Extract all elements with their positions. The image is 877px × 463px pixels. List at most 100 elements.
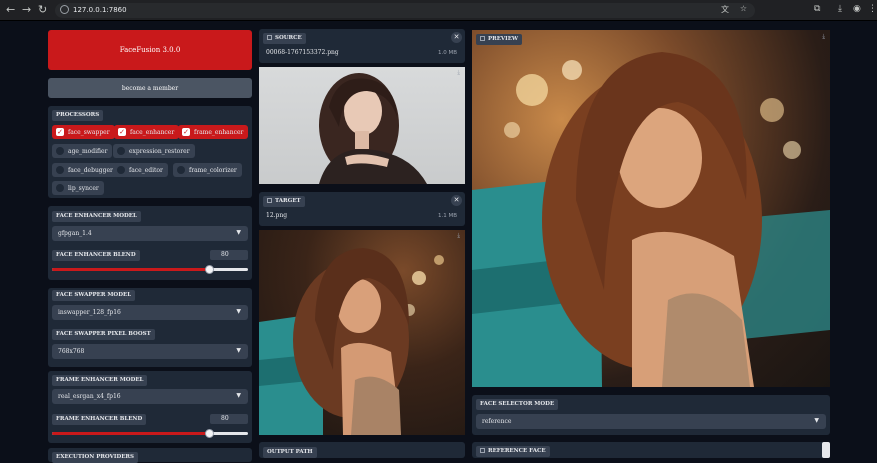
slider-handle[interactable] [204, 429, 214, 438]
dropdown-arrow-icon: ▼ [236, 392, 241, 399]
close-icon[interactable]: ✕ [451, 32, 462, 43]
processor-age-modifier[interactable]: age_modifier [52, 144, 113, 158]
source-filename: 00068-1767153372.png [266, 49, 339, 56]
processor-frame-colorizer[interactable]: frame_colorizer [173, 163, 242, 177]
checkbox-icon [56, 184, 64, 192]
checkbox-icon [56, 166, 64, 174]
target-file-row[interactable]: 12.png 1.1 MB [261, 210, 463, 222]
scrollbar[interactable] [822, 442, 830, 458]
processor-label: frame_enhancer [194, 128, 244, 136]
processor-label: expression_restorer [129, 147, 190, 155]
face-swapper-model-select[interactable]: inswapper_128_fp16 ▼ [52, 305, 248, 320]
app-page: FaceFusion 3.0.0 become a member PROCESS… [0, 22, 877, 463]
processor-label: face_enhancer [130, 128, 175, 136]
processor-label: lip_syncer [68, 184, 99, 192]
dropdown-arrow-icon: ▼ [236, 308, 241, 315]
select-value: reference [482, 418, 512, 425]
face-enhancer-blend-input[interactable]: 80 [210, 250, 248, 260]
extensions-icon[interactable]: ⧉ [814, 4, 820, 14]
processor-face-swapper[interactable]: face_swapper [52, 125, 115, 139]
download-icon[interactable]: ⤓ [457, 232, 460, 240]
frame-enhancer-model-label: FRAME ENHANCER MODEL [52, 375, 148, 386]
processor-label: face_editor [129, 166, 163, 174]
face-enhancer-model-select[interactable]: gfpgan_1.4 ▼ [52, 226, 248, 241]
checkbox-icon [117, 166, 125, 174]
select-value: 768x768 [58, 348, 85, 355]
frame-enhancer-model-select[interactable]: real_esrgan_x4_fp16 ▼ [52, 389, 248, 404]
select-value: gfpgan_1.4 [58, 230, 92, 237]
address-bar[interactable]: 127.0.0.1:7860 ⽂ ☆ [55, 3, 755, 18]
star-icon[interactable]: ☆ [740, 4, 747, 13]
face-swapper-boost-select[interactable]: 768x768 ▼ [52, 344, 248, 359]
target-label-text: TARGET [275, 198, 301, 204]
image-icon [480, 36, 485, 41]
download-icon[interactable]: ⤓ [838, 4, 842, 14]
face-enhancer-blend-slider[interactable] [52, 265, 248, 274]
url-text: 127.0.0.1:7860 [73, 6, 127, 14]
checkbox-icon [182, 128, 190, 136]
forward-icon[interactable]: → [22, 4, 31, 16]
face-enhancer-model-label: FACE ENHANCER MODEL [52, 211, 141, 222]
processor-expression-restorer[interactable]: expression_restorer [113, 144, 195, 158]
source-label: SOURCE [263, 33, 306, 44]
preview-panel: PREVIEW ⤓ [472, 30, 830, 387]
source-label-text: SOURCE [275, 35, 302, 41]
select-value: inswapper_128_fp16 [58, 309, 121, 316]
download-icon[interactable]: ⤓ [822, 33, 825, 41]
face-swapper-model-label: FACE SWAPPER MODEL [52, 290, 136, 301]
site-info-icon[interactable] [60, 5, 69, 14]
source-photo [319, 73, 427, 184]
frame-enhancer-blend-label: FRAME ENHANCER BLEND [52, 414, 147, 425]
download-icon[interactable]: ⤓ [457, 69, 460, 77]
close-icon[interactable]: ✕ [451, 195, 462, 206]
translate-icon[interactable]: ⽂ [721, 4, 729, 15]
frame-enhancer-blend-slider[interactable] [52, 429, 248, 438]
app-title-button[interactable]: FaceFusion 3.0.0 [48, 30, 252, 70]
dropdown-arrow-icon: ▼ [236, 229, 241, 236]
processor-label: face_swapper [68, 128, 110, 136]
slider-fill [52, 268, 209, 271]
reload-icon[interactable]: ↻ [38, 4, 47, 16]
profile-icon[interactable]: ◉ [853, 4, 861, 14]
reference-face-label-text: REFERENCE FACE [488, 448, 546, 454]
processors-label: PROCESSORS [52, 110, 104, 121]
target-photo [259, 248, 444, 435]
target-filesize: 1.1 MB [437, 213, 457, 219]
face-enhancer-blend-label: FACE ENHANCER BLEND [52, 250, 140, 261]
checkbox-icon [56, 128, 64, 136]
processor-lip-syncer[interactable]: lip_syncer [52, 181, 104, 195]
frame-enhancer-blend-input[interactable]: 80 [210, 414, 248, 424]
file-icon [267, 35, 272, 40]
image-icon [480, 448, 485, 453]
reference-face-label: REFERENCE FACE [476, 446, 550, 457]
slider-handle[interactable] [204, 265, 214, 274]
processor-face-enhancer[interactable]: face_enhancer [114, 125, 180, 139]
source-filesize: 1.0 MB [437, 50, 457, 56]
browser-toolbar: ← → ↻ 127.0.0.1:7860 ⽂ ☆ ⧉ ⤓ ◉ ⋮ [0, 0, 877, 21]
source-image: ⤓ [259, 67, 465, 184]
checkbox-icon [118, 128, 126, 136]
file-icon [267, 198, 272, 203]
face-selector-label: FACE SELECTOR MODE [476, 399, 559, 410]
slider-fill [52, 432, 209, 435]
face-selector-select[interactable]: reference ▼ [476, 414, 826, 429]
menu-icon[interactable]: ⋮ [868, 4, 877, 14]
target-filename: 12.png [266, 212, 288, 219]
processor-frame-enhancer[interactable]: frame_enhancer [178, 125, 249, 139]
preview-photo [472, 52, 830, 387]
checkbox-icon [56, 147, 64, 155]
dropdown-arrow-icon: ▼ [814, 417, 819, 424]
processor-face-editor[interactable]: face_editor [113, 163, 168, 177]
become-member-button[interactable]: become a member [48, 78, 252, 98]
checkbox-icon [117, 147, 125, 155]
processor-label: frame_colorizer [189, 166, 237, 174]
processor-face-debugger[interactable]: face_debugger [52, 163, 118, 177]
processor-label: age_modifier [68, 147, 108, 155]
output-path-label: OUTPUT PATH [263, 447, 317, 458]
face-swapper-boost-label: FACE SWAPPER PIXEL BOOST [52, 329, 155, 340]
dropdown-arrow-icon: ▼ [236, 347, 241, 354]
processor-label: face_debugger [68, 166, 113, 174]
select-value: real_esrgan_x4_fp16 [58, 393, 121, 400]
source-file-row[interactable]: 00068-1767153372.png 1.0 MB [261, 47, 463, 59]
back-icon[interactable]: ← [6, 4, 15, 16]
